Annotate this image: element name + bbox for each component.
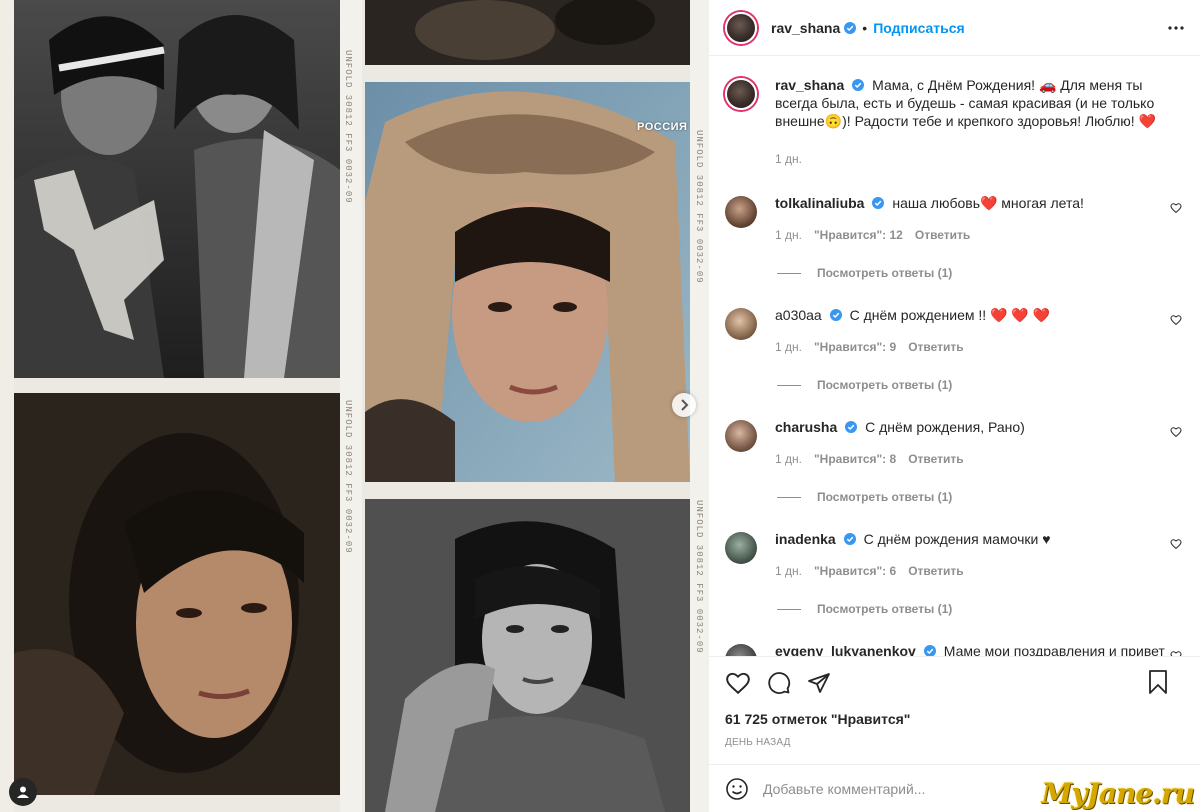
chevron-right-icon — [681, 399, 689, 411]
caption-age: 1 дн. — [775, 152, 802, 166]
next-image-button[interactable] — [672, 393, 696, 417]
emoji-icon — [726, 777, 748, 800]
comment-item: a030aa С днём рождением !! ❤️ ❤️ ❤️ 1 дн… — [725, 306, 1184, 356]
watermark-logo: MyJane.ru — [1041, 777, 1195, 810]
verified-badge-icon — [845, 421, 858, 433]
comment-likes[interactable]: "Нравится": 9 — [814, 338, 896, 356]
comment-age: 1 дн. — [775, 340, 802, 354]
comment-username[interactable]: charusha — [775, 419, 837, 435]
commenter-avatar[interactable] — [725, 644, 757, 656]
comment-button[interactable] — [767, 671, 791, 695]
verified-badge-icon — [829, 309, 842, 321]
comment-username[interactable]: a030aa — [775, 307, 822, 323]
comment-likes[interactable]: "Нравится": 12 — [814, 226, 903, 244]
tagged-users-button[interactable] — [9, 778, 37, 806]
tv-channel-logo: РОССИЯ — [637, 121, 688, 133]
verified-badge-icon — [844, 21, 857, 34]
replies-line — [777, 384, 801, 386]
post-actions: 61 725 отметок "Нравится" ДЕНЬ НАЗАД — [709, 656, 1200, 748]
comment-age: 1 дн. — [775, 452, 802, 466]
save-button[interactable] — [1146, 669, 1170, 695]
post-media[interactable]: РОССИЯ UNFOLD 30812 FF3 0032-09 UNFOLD 3… — [0, 0, 708, 812]
view-replies-button[interactable]: Посмотреть ответы (1) — [777, 378, 1184, 392]
likes-count[interactable]: 61 725 отметок "Нравится" — [725, 711, 1184, 727]
follow-button[interactable]: Подписаться — [873, 20, 965, 36]
view-replies-button[interactable]: Посмотреть ответы (1) — [777, 266, 1184, 280]
author-avatar[interactable] — [725, 78, 757, 110]
commenter-avatar[interactable] — [725, 532, 757, 564]
share-button[interactable] — [807, 671, 831, 695]
reply-button[interactable]: Ответить — [908, 562, 963, 580]
comment-item: tolkalinaliuba наша любовь❤️ многая лета… — [725, 194, 1184, 244]
photo-top-fragment — [365, 0, 690, 65]
film-edge-text: UNFOLD 30812 FF3 0032-09 — [694, 130, 704, 284]
heart-icon[interactable] — [1170, 314, 1182, 326]
comment-username[interactable]: evgeny_lukyanenkov — [775, 643, 916, 656]
heart-icon[interactable] — [1170, 202, 1182, 214]
film-strip — [0, 0, 14, 812]
heart-icon[interactable] — [1170, 426, 1182, 438]
comment-text: наша любовь❤️ многая лета! — [892, 195, 1084, 211]
comment-item: inadenka С днём рождения мамочки ♥ 1 дн.… — [725, 530, 1184, 580]
view-replies-button[interactable]: Посмотреть ответы (1) — [777, 490, 1184, 504]
film-edge-text: UNFOLD 30812 FF3 0032-09 — [694, 500, 704, 654]
verified-badge-icon — [843, 533, 856, 545]
photo-headscarf — [365, 82, 690, 482]
view-replies-label: Посмотреть ответы (1) — [817, 266, 953, 280]
replies-line — [777, 608, 801, 610]
more-icon[interactable] — [1166, 18, 1186, 38]
photo-couple — [14, 0, 340, 378]
comment-likes[interactable]: "Нравится": 8 — [814, 450, 896, 468]
action-icons — [725, 657, 1184, 709]
commenter-avatar[interactable] — [725, 420, 757, 452]
view-replies-button[interactable]: Посмотреть ответы (1) — [777, 602, 1184, 616]
comment-item: charusha С днём рождения, Рано) 1 дн. "Нр… — [725, 418, 1184, 468]
comment-input[interactable] — [763, 780, 1083, 797]
comment-icon — [768, 672, 791, 694]
author-avatar[interactable] — [725, 11, 757, 44]
reply-button[interactable]: Ответить — [908, 450, 963, 468]
heart-icon[interactable] — [1170, 538, 1182, 550]
film-edge-text: UNFOLD 30812 FF3 0032-09 — [343, 50, 353, 204]
commenter-avatar[interactable] — [725, 196, 757, 228]
view-replies-label: Посмотреть ответы (1) — [817, 602, 953, 616]
comments-list[interactable]: rav_shana Мама, с Днём Рождения! 🚗 Для м… — [709, 57, 1200, 656]
user-tag-icon — [17, 786, 29, 798]
separator-dot: • — [862, 19, 868, 36]
comment-likes[interactable]: "Нравится": 6 — [814, 562, 896, 580]
comment-text: С днём рождением !! ❤️ ❤️ ❤️ — [849, 307, 1051, 323]
comment-item: evgeny_lukyanenkov Маме мои поздравления… — [725, 642, 1184, 656]
post-sidebar: rav_shana • Подписаться rav_shana Мама, … — [708, 0, 1200, 812]
view-replies-label: Посмотреть ответы (1) — [817, 378, 953, 392]
comment-text: С днём рождения мамочки ♥ — [863, 531, 1051, 547]
reply-button[interactable]: Ответить — [915, 226, 970, 244]
caption-username[interactable]: rav_shana — [775, 77, 844, 93]
post-timestamp[interactable]: ДЕНЬ НАЗАД — [725, 737, 1184, 748]
caption: rav_shana Мама, с Днём Рождения! 🚗 Для м… — [725, 76, 1184, 168]
verified-badge-icon — [852, 79, 865, 91]
emoji-button[interactable] — [725, 777, 749, 801]
verified-badge-icon — [923, 645, 936, 656]
replies-line — [777, 272, 801, 274]
heart-icon — [726, 672, 750, 695]
comment-username[interactable]: inadenka — [775, 531, 836, 547]
author-username[interactable]: rav_shana — [771, 20, 840, 36]
view-replies-label: Посмотреть ответы (1) — [817, 490, 953, 504]
comment-username[interactable]: tolkalinaliuba — [775, 195, 864, 211]
commenter-avatar[interactable] — [725, 308, 757, 340]
add-comment-bar: MyJane.ru — [709, 764, 1200, 812]
photo-portrait-dark — [14, 393, 340, 795]
reply-button[interactable]: Ответить — [908, 338, 963, 356]
post-header: rav_shana • Подписаться — [709, 0, 1200, 56]
film-edge-text: UNFOLD 30812 FF3 0032-09 — [343, 400, 353, 554]
photo-bw-portrait — [365, 499, 690, 812]
comment-age: 1 дн. — [775, 564, 802, 578]
comment-text: С днём рождения, Рано) — [865, 419, 1025, 435]
verified-badge-icon — [872, 197, 885, 209]
replies-line — [777, 496, 801, 498]
like-button[interactable] — [725, 671, 751, 695]
share-icon — [808, 673, 830, 693]
bookmark-icon — [1149, 670, 1167, 694]
comment-age: 1 дн. — [775, 228, 802, 242]
